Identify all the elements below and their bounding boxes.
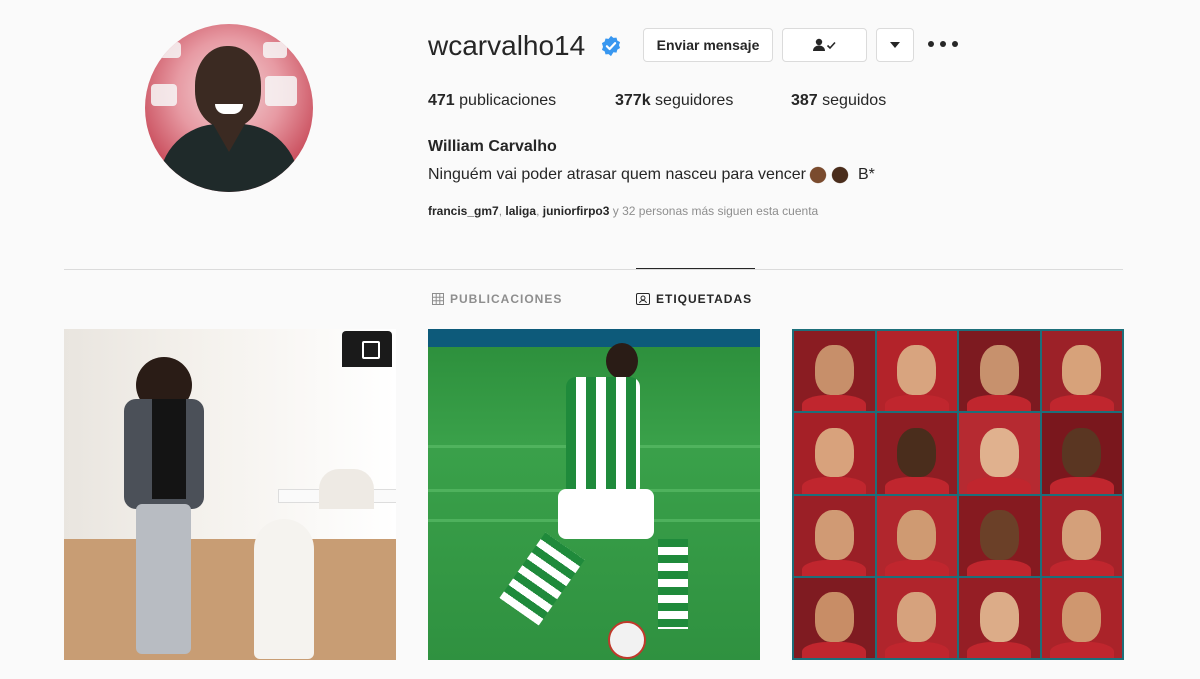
fist-bump-emoji-icon — [829, 165, 850, 185]
following-count: 387 — [791, 92, 818, 109]
multiple-photos-icon — [342, 331, 392, 367]
post-thumbnail[interactable] — [428, 329, 760, 660]
bio-suffix: B* — [857, 166, 875, 183]
followed-by-rest: y 32 personas más siguen esta cuenta — [612, 204, 819, 218]
following-button[interactable] — [782, 28, 867, 62]
followed-by-user: laliga — [505, 204, 537, 218]
posts-count-stat: 471 publicaciones — [428, 92, 556, 110]
tab-publicaciones[interactable]: PUBLICACIONES — [432, 292, 562, 306]
bio-text: Ninguém vai poder atrasar quem nasceu pa… — [428, 166, 806, 183]
caret-down-icon — [890, 42, 900, 48]
followers-stat[interactable]: 377k seguidores — [615, 92, 733, 110]
tagged-icon — [636, 293, 650, 305]
post-thumbnail[interactable] — [792, 329, 1124, 660]
tabs-divider — [64, 269, 1123, 270]
grid-icon — [432, 293, 444, 305]
suggestions-dropdown-button[interactable] — [876, 28, 914, 62]
profile-username: wcarvalho14 — [428, 30, 586, 61]
followed-by-text[interactable]: francis_gm7, laliga, juniorfirpo3 y 32 p… — [428, 204, 818, 218]
profile-bio: Ninguém vai poder atrasar quem nasceu pa… — [428, 165, 875, 185]
followed-by-user: juniorfirpo3 — [542, 204, 610, 218]
profile-full-name: William Carvalho — [428, 138, 557, 155]
tab-etiquetadas[interactable]: ETIQUETADAS — [636, 292, 752, 306]
tab-label: PUBLICACIONES — [450, 292, 563, 306]
more-options-icon[interactable] — [928, 34, 958, 54]
followed-by-user: francis_gm7 — [428, 204, 499, 218]
praying-hands-emoji-icon — [807, 165, 828, 185]
person-check-icon — [812, 38, 836, 51]
posts-count: 471 — [428, 92, 455, 109]
followers-count: 377k — [615, 92, 651, 109]
active-tab-indicator — [636, 268, 755, 269]
send-message-label: Enviar mensaje — [656, 37, 760, 53]
following-label: seguidos — [822, 92, 887, 109]
posts-label: publicaciones — [459, 92, 557, 109]
tab-label: ETIQUETADAS — [656, 292, 753, 306]
post-thumbnail[interactable] — [64, 329, 396, 660]
verified-badge-icon — [601, 35, 621, 57]
send-message-button[interactable]: Enviar mensaje — [643, 28, 773, 62]
following-stat[interactable]: 387 seguidos — [791, 92, 886, 110]
profile-avatar[interactable] — [145, 24, 313, 192]
followers-label: seguidores — [655, 92, 734, 109]
